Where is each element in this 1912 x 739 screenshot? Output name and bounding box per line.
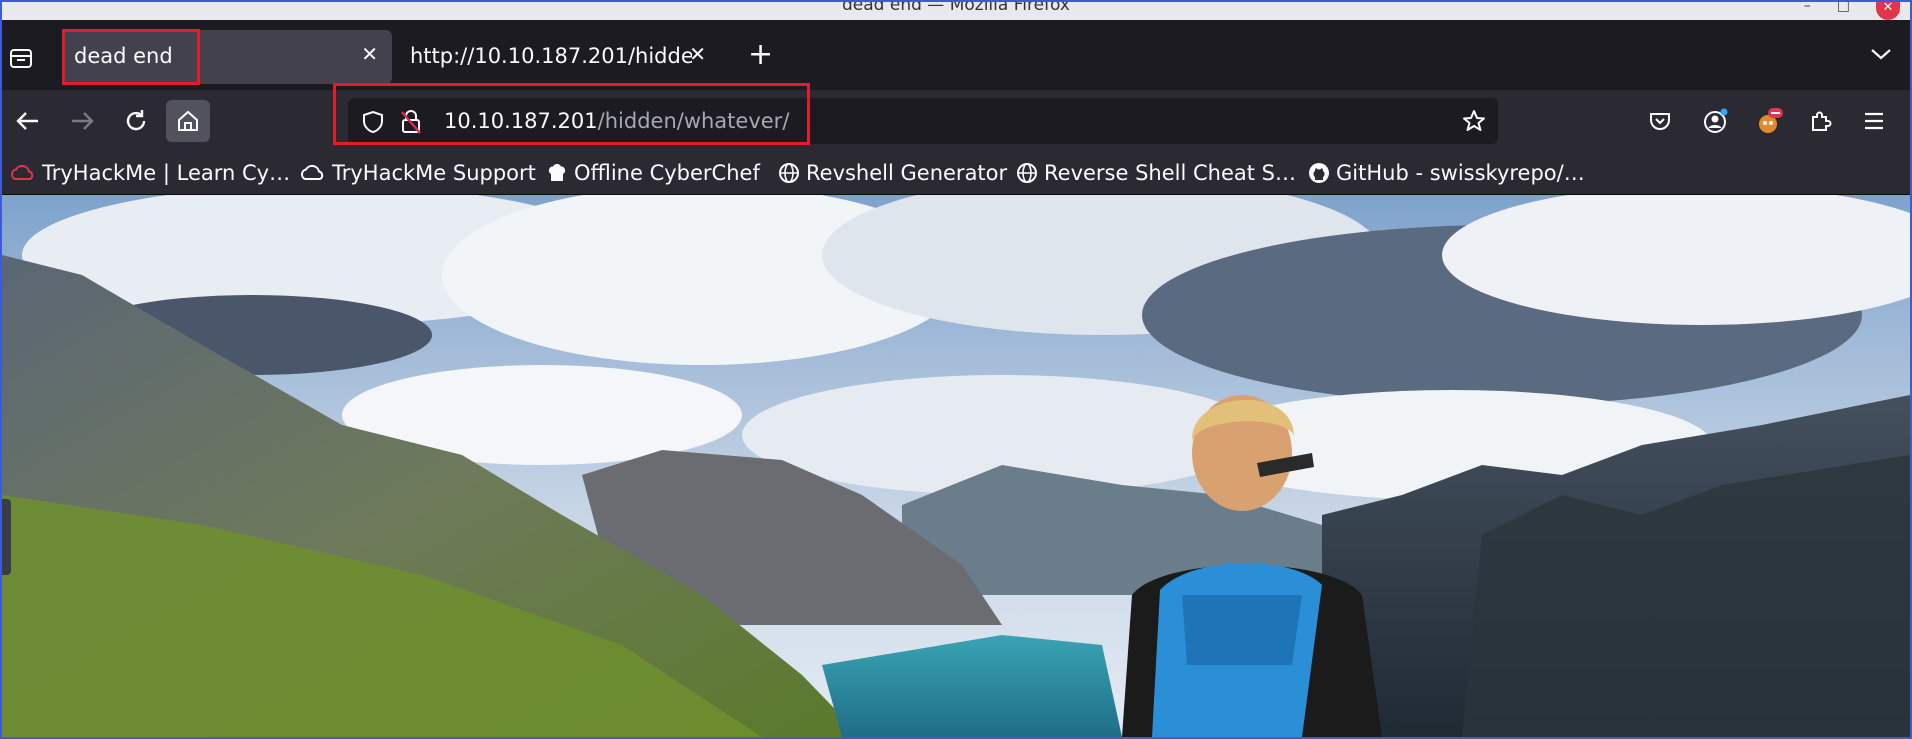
bookmark-tryhackme-learn[interactable]: TryHackMe | Learn Cy… [10, 158, 290, 188]
bookmark-label: Revshell Generator [806, 161, 1008, 185]
reload-icon [126, 110, 146, 131]
window-controls: – □ ✕ [1804, 2, 1900, 20]
globe-icon [779, 163, 799, 183]
forward-button[interactable] [60, 100, 104, 142]
puzzle-icon [1812, 111, 1832, 131]
pocket-icon [1650, 113, 1670, 130]
tab-strip: dead end ✕ http://10.10.187.201/hidden/w… [2, 20, 1910, 90]
reload-button[interactable] [114, 100, 158, 142]
chef-icon [548, 164, 566, 181]
bookmark-star-button[interactable] [1462, 109, 1486, 137]
tab-label: http://10.10.187.201/hidden/whatever/ [410, 44, 692, 68]
account-icon [1704, 108, 1728, 133]
tab-label: dead end [74, 44, 173, 68]
window-title: dead end — Mozilla Firefox [842, 2, 1070, 15]
page-content [2, 195, 1910, 737]
tab-close-button[interactable]: ✕ [361, 42, 378, 66]
pocket-button[interactable] [1638, 100, 1682, 142]
list-all-tabs-button[interactable] [1870, 46, 1892, 65]
sidebar-handle[interactable] [2, 499, 11, 575]
cloud-icon [300, 164, 324, 180]
hamburger-menu-icon [1865, 112, 1883, 130]
firefox-view-icon [10, 49, 32, 68]
arrow-right-icon [72, 112, 94, 130]
firefox-view-button[interactable] [8, 45, 34, 71]
bookmark-label: TryHackMe | Learn Cy… [42, 161, 291, 185]
account-button[interactable] [1694, 100, 1738, 142]
home-button[interactable] [166, 100, 210, 142]
back-button[interactable] [6, 100, 50, 142]
menu-button[interactable] [1852, 100, 1896, 142]
close-window-button[interactable]: ✕ [1876, 2, 1900, 20]
bookmark-github-swisskyrepo[interactable]: GitHub - swisskyrepo/… [1308, 158, 1585, 188]
bookmark-offline-cyberchef[interactable]: Offline CyberChef [546, 158, 760, 188]
extensions-button[interactable] [1798, 100, 1842, 142]
chevron-down-icon [1871, 49, 1891, 60]
url-host: 10.10.187.201 [444, 109, 598, 133]
maximize-button[interactable]: □ [1837, 2, 1850, 13]
url-path: /hidden/whatever/ [597, 109, 790, 133]
bookmark-tryhackme-support[interactable]: TryHackMe Support [300, 158, 536, 188]
bookmark-revshell-generator[interactable]: Revshell Generator [778, 158, 1007, 188]
browser-window: dead end — Mozilla Firefox – □ ✕ dead en… [0, 0, 1912, 739]
bookmark-label: GitHub - swisskyrepo/… [1336, 161, 1585, 185]
bookmark-reverse-shell-cheat-sheet[interactable]: Reverse Shell Cheat S… [1016, 158, 1296, 188]
navigation-toolbar: 10.10.187.201/hidden/whatever/ [2, 83, 1910, 152]
minimize-button[interactable]: – [1804, 2, 1811, 13]
bookmark-label: TryHackMe Support [332, 161, 536, 185]
insecure-lock-icon [401, 110, 421, 134]
url-bar[interactable]: 10.10.187.201/hidden/whatever/ [348, 98, 1498, 144]
new-tab-button[interactable]: + [748, 40, 773, 70]
tab-close-button[interactable]: ✕ [689, 42, 706, 66]
bookmarks-toolbar: TryHackMe | Learn Cy… TryHackMe Support … [2, 152, 1910, 195]
url-text[interactable]: 10.10.187.201/hidden/whatever/ [444, 109, 789, 133]
home-icon [178, 110, 198, 131]
bookmark-label: Offline CyberChef [574, 161, 760, 185]
star-icon [1463, 110, 1485, 131]
window-titlebar: dead end — Mozilla Firefox – □ ✕ [2, 2, 1910, 20]
bookmark-label: Reverse Shell Cheat S… [1044, 161, 1296, 185]
landscape-background-image [2, 195, 1910, 737]
globe-icon [1017, 163, 1037, 183]
tab-dead-end[interactable]: dead end ✕ [62, 30, 392, 84]
extension-button[interactable] [1748, 100, 1792, 142]
tab-hidden-whatever[interactable]: http://10.10.187.201/hidden/whatever/ ✕ [400, 30, 720, 84]
github-icon [1309, 163, 1329, 183]
foxyproxy-icon [1759, 108, 1783, 133]
tryhackme-icon [10, 164, 34, 180]
shield-icon [363, 110, 383, 134]
arrow-left-icon [16, 112, 38, 130]
